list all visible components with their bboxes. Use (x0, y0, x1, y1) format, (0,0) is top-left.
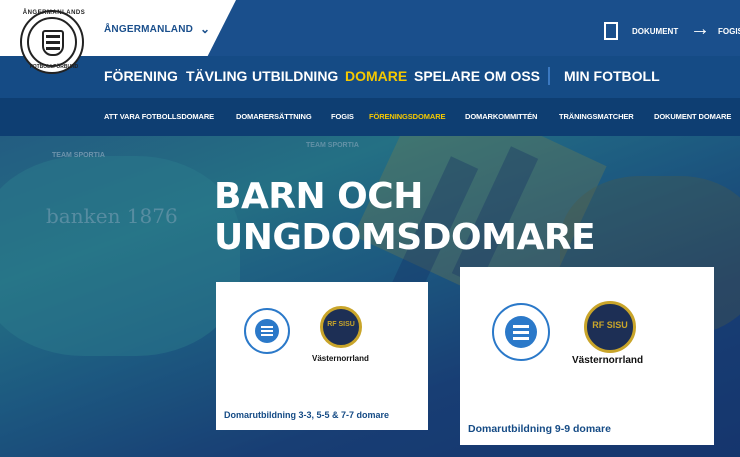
subnav-item-dokument-domare[interactable]: DOKUMENT DOMARE (654, 112, 731, 121)
login-arrow-icon[interactable]: → (690, 18, 710, 41)
sub-nav: ATT VARA FOTBOLLSDOMARE DOMARERSÄTTNING … (0, 98, 740, 136)
federation-logo-icon (244, 308, 290, 354)
region-selector[interactable]: ÅNGERMANLAND (104, 24, 193, 35)
document-icon[interactable] (604, 22, 618, 40)
subnav-item-domarersattning[interactable]: DOMARERSÄTTNING (236, 112, 312, 121)
federation-logo[interactable]: ÅNGERMANLANDS FOTBOLLFÖRBUND (20, 10, 86, 74)
fogis-link[interactable]: FOGIS (718, 27, 740, 36)
subnav-item-att-vara-domare[interactable]: ATT VARA FOTBOLLSDOMARE (104, 112, 214, 121)
nav-divider (548, 67, 550, 85)
logo-text-bottom: FOTBOLLFÖRBUND (29, 64, 79, 70)
nav-item-utbildning[interactable]: UTBILDNING (252, 68, 338, 84)
logo-shield-icon (42, 30, 64, 56)
course-card[interactable]: RF SISU Västernorrland Domarutbildning 3… (216, 282, 428, 430)
course-card-title[interactable]: Domarutbildning 3-3, 5-5 & 7-7 domare (224, 410, 389, 420)
top-bar: ÅNGERMANLAND ⌄ DOKUMENT → FOGIS (0, 0, 740, 56)
subnav-item-traningsmatcher[interactable]: TRÄNINGSMATCHER (559, 112, 634, 121)
nav-item-tavling[interactable]: TÄVLING (186, 68, 247, 84)
rf-sisu-logo-icon: RF SISU (320, 306, 362, 348)
main-nav: FÖRENING TÄVLING UTBILDNING DOMARE SPELA… (0, 56, 740, 98)
subnav-item-fogis[interactable]: FOGIS (331, 112, 354, 121)
federation-logo-icon (492, 303, 550, 361)
nav-item-spelare[interactable]: SPELARE (414, 68, 480, 84)
course-card-title[interactable]: Domarutbildning 9-9 domare (468, 423, 611, 435)
nav-item-min-fotboll[interactable]: MIN FOTBOLL (564, 68, 660, 84)
nav-item-om-oss[interactable]: OM OSS (484, 68, 540, 84)
nav-item-forening[interactable]: FÖRENING (104, 68, 178, 84)
subnav-item-foreningsdomare[interactable]: FÖRENINGSDOMARE (369, 112, 446, 121)
hero-banner: TEAM SPORTIA TEAM SPORTIA banken 1876 BA… (0, 136, 740, 457)
nav-item-domare[interactable]: DOMARE (345, 68, 407, 84)
partner-label: Västernorrland (572, 355, 644, 366)
logo-text-top: ÅNGERMANLANDS (22, 10, 86, 16)
partner-label: Västernorrland (312, 354, 369, 363)
documents-link[interactable]: DOKUMENT (632, 27, 678, 36)
rf-sisu-logo-icon: RF SISU (584, 301, 636, 353)
subnav-item-domarkommitten[interactable]: DOMARKOMMITTÉN (465, 112, 537, 121)
chevron-down-icon[interactable]: ⌄ (200, 22, 210, 36)
page-title: BARN OCH UNGDOMSDOMARE (214, 176, 596, 258)
course-card[interactable]: RF SISU Västernorrland Domarutbildning 9… (460, 267, 714, 445)
